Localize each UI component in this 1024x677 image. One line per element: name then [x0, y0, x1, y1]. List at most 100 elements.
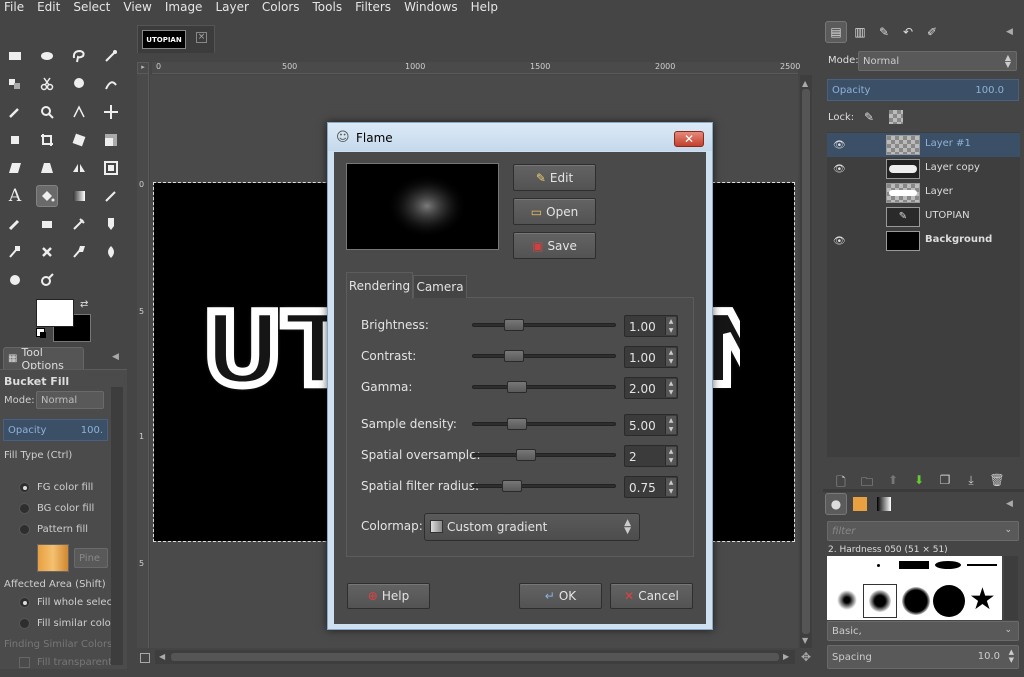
- scale-icon[interactable]: [100, 129, 122, 151]
- lock-alpha-icon[interactable]: [889, 110, 903, 124]
- spin-arrows-icon[interactable]: ▲ ▼: [1009, 648, 1014, 664]
- dock-menu-icon[interactable]: ◀: [112, 352, 119, 362]
- tab-layers[interactable]: ▤: [825, 21, 847, 43]
- dock-menu-icon[interactable]: ◀: [1006, 499, 1013, 509]
- scroll-left-icon[interactable]: ◀: [159, 652, 165, 661]
- menu-image[interactable]: Image: [165, 0, 203, 15]
- brush-item[interactable]: [899, 561, 929, 569]
- merge-layer-icon[interactable]: ⤓: [963, 473, 979, 489]
- opacity-slider[interactable]: Opacity 100.: [3, 419, 108, 441]
- rotate-icon[interactable]: [68, 129, 90, 151]
- bucket-fill-icon[interactable]: [36, 185, 58, 207]
- spatial-filter-radius-spin[interactable]: 0.75 ▲ ▼: [624, 476, 678, 498]
- duplicate-layer-icon[interactable]: ❐: [937, 473, 953, 489]
- swap-colors-icon[interactable]: ⇄: [80, 299, 88, 310]
- horizontal-scrollbar[interactable]: ◀ ▶: [155, 650, 795, 664]
- layer-mode-combo[interactable]: Normal ▲ ▼: [858, 51, 1017, 71]
- cage-transform-icon[interactable]: [100, 157, 122, 179]
- dialog-titlebar[interactable]: ☺ Flame ✕: [328, 123, 712, 151]
- scroll-down-icon[interactable]: ▼: [802, 636, 808, 645]
- visibility-eye-icon[interactable]: 👁: [833, 140, 846, 151]
- brush-item[interactable]: [935, 561, 961, 569]
- contrast-slider[interactable]: [472, 350, 616, 362]
- slider-knob[interactable]: [503, 350, 524, 362]
- scissors-select-icon[interactable]: [36, 73, 58, 95]
- color-picker-icon[interactable]: [4, 101, 26, 123]
- layer-row[interactable]: 👁 Background: [827, 229, 1020, 253]
- blur-sharpen-icon[interactable]: [36, 269, 58, 291]
- new-layer-icon[interactable]: 🗋: [833, 473, 849, 489]
- free-select-icon[interactable]: [68, 45, 90, 67]
- shear-icon[interactable]: [4, 157, 26, 179]
- image-tab[interactable]: UTOPIAN ×: [137, 25, 215, 53]
- airbrush-icon[interactable]: [68, 213, 90, 235]
- paths-icon[interactable]: [100, 73, 122, 95]
- brush-preset-combo[interactable]: Basic, ⌄: [827, 621, 1019, 641]
- color-select-icon[interactable]: [4, 73, 26, 95]
- scroll-right-icon[interactable]: ▶: [783, 652, 789, 661]
- menu-view[interactable]: View: [123, 0, 151, 15]
- contrast-spin[interactable]: 1.00 ▲ ▼: [624, 346, 678, 368]
- open-button[interactable]: ▭ Open: [513, 198, 596, 225]
- spin-arrows-icon[interactable]: ▲ ▼: [665, 348, 676, 366]
- ink-icon[interactable]: [100, 213, 122, 235]
- spin-arrows-icon[interactable]: ▲ ▼: [665, 317, 676, 335]
- navigate-icon[interactable]: ✥: [801, 650, 811, 664]
- slider-knob[interactable]: [502, 480, 523, 492]
- menu-filters[interactable]: Filters: [355, 0, 391, 15]
- vertical-scroll-thumb[interactable]: [802, 89, 810, 634]
- menu-windows[interactable]: Windows: [404, 0, 458, 15]
- new-layer-group-icon[interactable]: 🗀: [859, 473, 875, 489]
- slider-knob[interactable]: [503, 319, 524, 331]
- brush-item-selected[interactable]: [863, 584, 897, 618]
- mode-combo[interactable]: Normal: [36, 391, 104, 409]
- tab-camera[interactable]: Camera: [413, 275, 467, 298]
- fill-whole-radio[interactable]: [19, 597, 30, 608]
- tab-rendering[interactable]: Rendering: [346, 272, 413, 299]
- menu-layer[interactable]: Layer: [215, 0, 248, 15]
- layer-row[interactable]: Layer: [827, 181, 1020, 205]
- menu-tools[interactable]: Tools: [313, 0, 343, 15]
- tab-gradients[interactable]: [873, 493, 895, 515]
- layer-opacity-slider[interactable]: Opacity 100.0: [827, 79, 1019, 101]
- align-icon[interactable]: [4, 129, 26, 151]
- horizontal-scroll-thumb[interactable]: [171, 653, 779, 661]
- spin-arrows-icon[interactable]: ▲ ▼: [665, 478, 676, 496]
- spin-arrows-icon[interactable]: ▲ ▼: [665, 416, 676, 434]
- gamma-spin[interactable]: 2.00 ▲ ▼: [624, 377, 678, 399]
- layer-row[interactable]: ✎ UTOPIAN: [827, 205, 1020, 229]
- tab-channels[interactable]: ▥: [849, 21, 871, 43]
- perspective-icon[interactable]: [36, 157, 58, 179]
- crop-icon[interactable]: [36, 129, 58, 151]
- menu-file[interactable]: File: [4, 0, 24, 15]
- tool-options-scrollbar[interactable]: [111, 387, 123, 665]
- spacing-slider[interactable]: Spacing 10.0 ▲ ▼: [827, 645, 1019, 669]
- cancel-button[interactable]: ✕ Cancel: [610, 583, 693, 609]
- slider-knob[interactable]: [507, 418, 528, 430]
- clone-icon[interactable]: [4, 241, 26, 263]
- ellipse-select-icon[interactable]: [36, 45, 58, 67]
- tab-tool-options[interactable]: ▦ Tool Options: [3, 346, 84, 372]
- quick-mask-corner[interactable]: ▸: [137, 62, 149, 74]
- vertical-scrollbar[interactable]: ▲ ▼: [800, 75, 812, 648]
- spin-arrows-icon[interactable]: ▲ ▼: [665, 379, 676, 397]
- pattern-name-field[interactable]: Pine: [74, 548, 108, 568]
- brush-grid-scrollbar[interactable]: [1004, 556, 1018, 620]
- delete-layer-icon[interactable]: 🗑: [989, 473, 1005, 489]
- brush-item[interactable]: [967, 564, 997, 566]
- scroll-up-icon[interactable]: ▲: [802, 79, 808, 88]
- zoom-area-icon[interactable]: [140, 653, 150, 663]
- pencil-icon[interactable]: [100, 185, 122, 207]
- fuzzy-select-icon[interactable]: [100, 45, 122, 67]
- rect-select-icon[interactable]: [4, 45, 26, 67]
- blend-icon[interactable]: [68, 185, 90, 207]
- text-icon[interactable]: A: [4, 185, 26, 207]
- fill-bg-radio[interactable]: [19, 503, 30, 514]
- dodge-burn-icon[interactable]: [4, 269, 26, 291]
- colormap-combo[interactable]: Custom gradient ▲ ▼: [424, 513, 640, 541]
- slider-knob[interactable]: [507, 381, 528, 393]
- gamma-slider[interactable]: [472, 381, 616, 393]
- edit-button[interactable]: ✎ Edit: [513, 164, 596, 191]
- visibility-eye-icon[interactable]: 👁: [833, 236, 846, 247]
- spatial-filter-radius-slider[interactable]: [472, 480, 616, 492]
